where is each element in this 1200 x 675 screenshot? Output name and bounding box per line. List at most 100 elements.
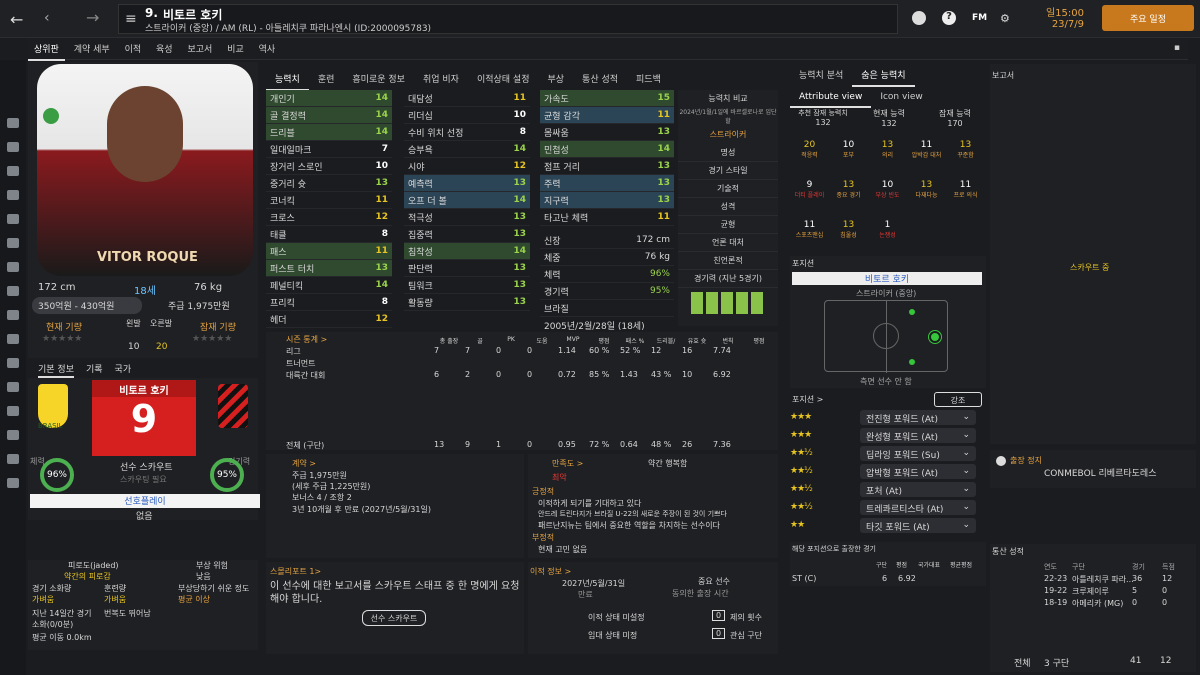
tab-nation[interactable]: 국가 [115,362,132,378]
hidden-attr-value: 1 [884,220,891,230]
tab-feedback[interactable]: 피드백 [627,68,670,91]
attr-value: 7 [381,144,388,154]
hidden-attr: 11 스포츠맨십 [790,220,829,239]
season-cell: 7 [434,346,440,355]
staff-icon[interactable] [7,262,19,272]
hidden-attr: 9 더티 플레이 [790,180,829,199]
season-cell: 6.92 [713,370,731,379]
scout-player-button[interactable]: 선수 스카우트 [362,610,426,626]
attr-label: 프리킥 [270,298,295,309]
back-icon[interactable]: ← [10,10,23,29]
season-cell: 10 [682,370,693,379]
scout-report-title[interactable]: 스몰리포트 1> [270,566,321,577]
squad-icon[interactable] [7,166,19,176]
finance-icon[interactable] [7,406,19,416]
role-button-label: 선호플레이 [124,497,166,507]
tab-attribute-view[interactable]: Attribute view [790,88,872,108]
tab-visa[interactable]: 취업 비자 [414,68,468,91]
attr-value: 14 [513,246,526,256]
home-icon[interactable] [7,118,19,128]
continue-button[interactable]: 주요 일정 [1102,5,1194,31]
tab-attributes[interactable]: 능력치 [266,68,309,91]
settings-icon[interactable]: ⚙ [1000,12,1010,25]
training-icon[interactable] [7,286,19,296]
ban-item: CONMEBOL 리베르타도레스 [1044,469,1157,479]
nav-contract[interactable]: 계약 세부 [68,38,116,59]
role-button[interactable]: 포처 (At) ⌄ [860,481,976,497]
search-icon[interactable] [7,382,19,392]
compare-list: 명성 경기 스타일 기술적 성격 균형 언론 대처 친언론적 경기력 (지난 5경기) [678,144,778,288]
strong-dropdown[interactable]: 강조 [934,392,982,407]
tab-transfer-status[interactable]: 이적상태 설정 [468,68,539,91]
tab-injury[interactable]: 부상 [538,68,573,91]
date-time: 일15:00 [1045,8,1084,19]
role-button[interactable]: 전진형 포워드 (At) ⌄ [860,409,976,425]
tab-icon-view[interactable]: Icon view [871,88,931,108]
club-vision-icon[interactable] [7,430,19,440]
world-icon[interactable] [7,454,19,464]
data-hub-icon[interactable] [7,478,19,488]
tab-records[interactable]: 기록 [86,362,103,378]
right-tabs: 능력치 분석 숨은 능력치 [790,64,986,87]
lock-icon[interactable]: ▪ [1174,43,1180,53]
role-button[interactable]: 타깃 포워드 (At) ⌄ [860,517,976,533]
medical-icon[interactable] [7,310,19,320]
trophy-icon[interactable] [7,358,19,368]
fitness-ring: 96% [40,458,74,492]
tab-attr-analysis[interactable]: 능력치 분석 [790,64,852,87]
roles-title[interactable]: 포지션 > [792,394,823,405]
season-title[interactable]: 시즌 통계 > [286,334,327,345]
hidden-attr-value: 10 [842,140,855,150]
career-cell: 5 [1132,586,1138,595]
transfers-icon[interactable] [7,214,19,224]
prev-icon[interactable]: ‹ [44,10,50,26]
calendar-icon[interactable] [7,334,19,344]
career-cell: 0 [1162,586,1168,595]
forward-icon[interactable]: → [86,8,99,27]
position-title: 포지션 [792,259,815,268]
menu-icon[interactable]: ≡ [125,11,137,27]
nav-compare[interactable]: 비교 [221,38,250,59]
attr-row: 프리킥 8 [266,294,392,311]
nav-overview[interactable]: 상위판 [28,38,65,61]
report-title: 보고서 [992,71,1015,80]
scouting-icon[interactable] [7,238,19,248]
played-apps: 6 [882,574,888,583]
attr-row: 코너킥 11 [266,192,392,209]
form-value: 95% [216,470,237,480]
help-icon[interactable]: ? [942,11,956,25]
role-button[interactable]: 압박형 포워드 (At) ⌄ [860,463,976,479]
date-box[interactable]: 일15:00 23/7/9 [1012,4,1084,34]
role-button[interactable]: 딥라잉 포워드 (Su) ⌄ [860,445,976,461]
nav-development[interactable]: 육성 [150,38,179,59]
offers-label: 제의 횟수 [730,613,762,622]
tab-basic-info[interactable]: 기본 정보 [38,362,74,378]
role-button[interactable]: 선호플레이 [30,494,260,508]
compare-item: 균형 [678,216,778,234]
nav-reports[interactable]: 보고서 [181,38,218,59]
season-row: 리그 7 7 0 0 1.14 60 % 52 % 12 16 7.74 [286,346,778,358]
role-button[interactable]: 완성형 포워드 (At) ⌄ [860,427,976,443]
tactics-icon[interactable] [7,190,19,200]
nav-history[interactable]: 역사 [253,38,282,59]
left-foot-label: 왼발 [126,319,141,328]
tab-career[interactable]: 통산 성적 [573,68,627,91]
career-cell: 아메리카 (MG) [1072,599,1124,608]
nav-transfer[interactable]: 이적 [119,38,148,59]
transfer-title[interactable]: 이적 정보 > [530,566,571,577]
attr-label: 골 결정력 [270,111,306,122]
attr-row: 페널티킥 14 [266,277,392,294]
player-card-panel: BRASIL 비토르 호키 9 선수 스카우트 스카우팅 필요 체력 96% 경… [28,378,260,522]
career-panel: 통산 성적 연도 구단 경기 득점 22-23 아틀레치쿠 파라... 36 12 19… [990,544,1196,672]
contract-title[interactable]: 계약 > [292,458,316,469]
role-button[interactable]: 트레콰르티스타 (At) ⌄ [860,499,976,515]
club-icon[interactable] [912,11,926,25]
ban-panel: 출장 정지 CONMEBOL 리베르타도레스 [990,450,1196,488]
attr-label: 장거리 스로인 [270,162,323,173]
happiness-title[interactable]: 만족도 > [552,458,583,469]
tab-hidden-attrs[interactable]: 숨은 능력치 [852,64,915,87]
hidden-attr-value: 11 [959,180,972,190]
tab-training[interactable]: 훈련 [309,68,344,91]
tab-info[interactable]: 흥미로운 정보 [343,68,414,91]
inbox-icon[interactable] [7,142,19,152]
